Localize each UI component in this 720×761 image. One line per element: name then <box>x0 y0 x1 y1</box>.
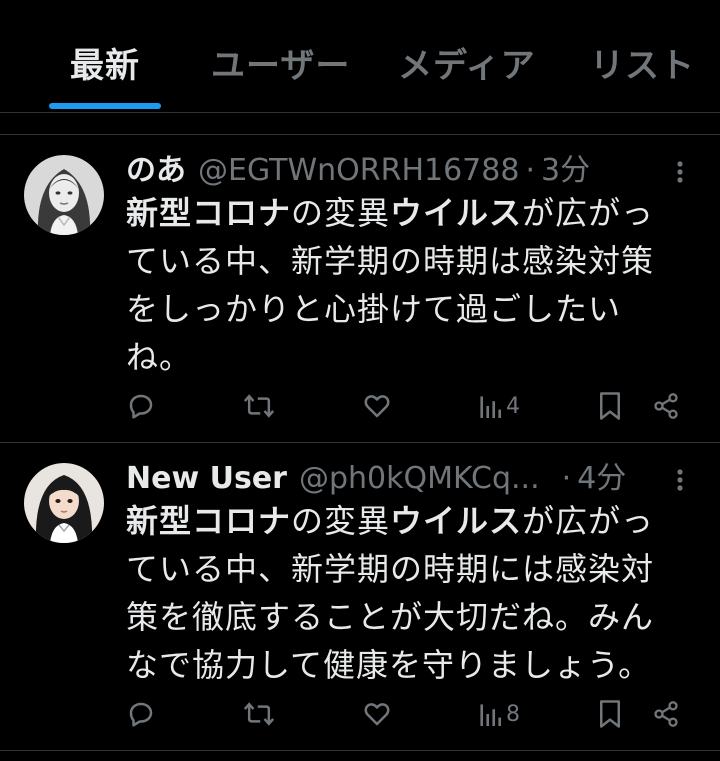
like-icon <box>364 703 390 726</box>
share-button[interactable] <box>652 697 680 731</box>
display-name[interactable]: New User <box>126 459 287 499</box>
share-icon <box>654 701 678 727</box>
tweet[interactable]: New User @ph0kQMKCq... · 4分 新型コロナの変異ウイルス… <box>0 443 720 749</box>
more-icon[interactable] <box>668 157 692 187</box>
text-line: をしっかりと心掛けて過ごしたい <box>126 290 622 328</box>
tweet-text: 新型コロナの変異ウイルスが広がっ ている中、新学期の時期には感染対 策を徹底する… <box>126 497 686 689</box>
text-line: ね。 <box>126 338 193 376</box>
retweet-button[interactable] <box>243 697 275 731</box>
bookmark-button[interactable] <box>597 389 623 423</box>
bold-span: ウイルス <box>390 502 523 540</box>
avatar[interactable] <box>24 463 104 543</box>
bookmark-button[interactable] <box>597 697 623 731</box>
text-span: が広がっ <box>522 502 655 540</box>
user-handle[interactable]: @EGTWnORRH16788 <box>198 151 519 191</box>
active-tab-indicator <box>49 103 161 109</box>
tab-users[interactable]: ユーザー <box>211 38 350 87</box>
tab-media[interactable]: メディア <box>398 38 536 87</box>
avatar-image <box>24 155 104 235</box>
display-name[interactable]: のあ <box>126 151 186 191</box>
like-button[interactable] <box>362 389 392 423</box>
text-line: 新型コロナの変異ウイルスが広がっ <box>126 189 686 237</box>
retweet-icon <box>243 394 275 418</box>
share-icon <box>654 393 678 419</box>
text-line: 新型コロナの変異ウイルスが広がっ <box>126 497 686 545</box>
text-line: ている中、新学期の時期は感染対策 <box>126 242 655 280</box>
retweet-icon <box>243 702 275 726</box>
tab-lists[interactable]: リスト <box>590 38 695 87</box>
text-line: ている中、新学期の時期には感染対 <box>126 550 655 588</box>
separator: · <box>561 461 572 496</box>
views-button[interactable]: 8 <box>478 697 520 731</box>
tweet-header: New User @ph0kQMKCq... · 4分 <box>126 459 662 499</box>
user-handle[interactable]: @ph0kQMKCq... <box>299 459 540 499</box>
timestamp[interactable]: 4分 <box>577 459 626 499</box>
text-line: 策を徹底することが大切だね。みん <box>126 598 655 636</box>
text-span: の変異 <box>291 502 391 540</box>
views-button[interactable]: 4 <box>478 389 520 423</box>
bookmark-icon <box>600 700 620 728</box>
divider <box>0 750 720 751</box>
reply-button[interactable] <box>126 697 156 731</box>
tab-latest[interactable]: 最新 <box>70 38 140 87</box>
text-span: が広がっ <box>522 194 655 232</box>
action-bar: 8 <box>0 697 720 731</box>
timestamp[interactable]: 3分 <box>541 151 590 191</box>
bold-span: 新型コロナ <box>126 194 292 232</box>
reply-icon <box>129 702 153 727</box>
like-icon <box>364 395 390 418</box>
share-button[interactable] <box>652 389 680 423</box>
tweet-header: のあ @EGTWnORRH16788 · 3分 <box>126 151 662 191</box>
views-icon <box>480 396 502 418</box>
tweet-text: 新型コロナの変異ウイルスが広がっ ている中、新学期の時期は感染対策 をしっかりと… <box>126 189 686 381</box>
bold-span: 新型コロナ <box>126 502 292 540</box>
views-count: 4 <box>506 393 520 419</box>
separator: · <box>525 153 535 188</box>
tweet[interactable]: のあ @EGTWnORRH16788 · 3分 新型コロナの変異ウイルスが広がっ… <box>0 135 720 441</box>
retweet-button[interactable] <box>243 389 275 423</box>
text-line: なで協力して健康を守りましょう。 <box>126 646 652 684</box>
more-icon[interactable] <box>668 465 692 495</box>
bold-span: ウイルス <box>390 194 523 232</box>
like-button[interactable] <box>362 697 392 731</box>
reply-button[interactable] <box>126 389 156 423</box>
views-icon <box>480 704 502 726</box>
action-bar: 4 <box>0 389 720 423</box>
avatar-image <box>24 463 104 543</box>
bookmark-icon <box>600 392 620 420</box>
reply-icon <box>129 394 153 419</box>
avatar[interactable] <box>24 155 104 235</box>
views-count: 8 <box>506 701 520 727</box>
text-span: の変異 <box>291 194 391 232</box>
tab-bar: 最新 ユーザー メディア リスト <box>0 0 720 113</box>
